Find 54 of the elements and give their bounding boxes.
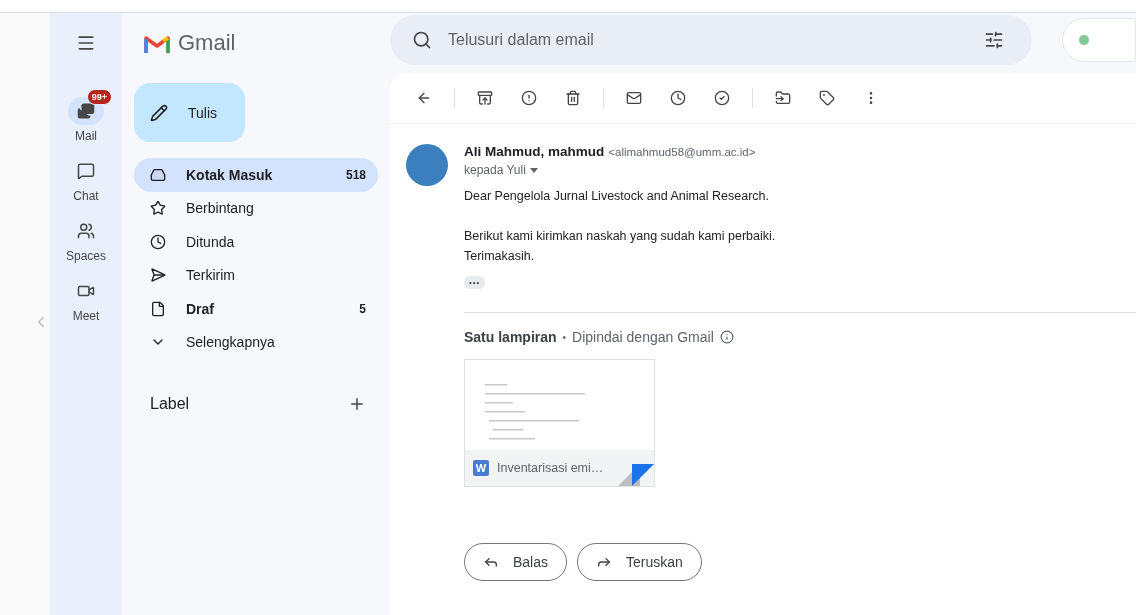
envelope-icon	[626, 90, 642, 106]
count-badge: 99+	[86, 89, 112, 105]
folder-item[interactable]: Kotak Masuk 518	[134, 158, 378, 192]
avatar	[406, 144, 448, 186]
sender-name: Ali Mahmud, mahmud	[464, 144, 605, 159]
rail-item[interactable]: 99+ Mail	[59, 88, 113, 143]
folder-item[interactable]: Berbintang	[134, 191, 378, 225]
filter-icon[interactable]	[984, 30, 1004, 50]
folder-item[interactable]: Draf 5	[134, 292, 378, 326]
menu-icon	[76, 33, 96, 53]
logo-icon	[144, 33, 170, 53]
rail-item[interactable]: Meet	[59, 268, 113, 323]
attachment-card[interactable]: W Inventarisasi emi…	[464, 359, 655, 487]
page-corner-icon	[618, 464, 654, 486]
clock-icon	[670, 90, 686, 106]
separator-dot: •	[562, 331, 567, 343]
show-trimmed-button[interactable]: •••	[464, 276, 486, 289]
attachments-heading: Satu lampiran	[464, 329, 557, 345]
folder-item[interactable]: Ditunda	[134, 225, 378, 259]
compose-button[interactable]: Tulis	[134, 83, 245, 142]
info-icon[interactable]	[719, 330, 734, 344]
folder-item[interactable]: Selengkapnya	[134, 325, 378, 359]
caret-icon	[529, 167, 538, 173]
search-icon	[412, 30, 432, 50]
sender-email: <alimahmud58@umm.ac.id>	[608, 146, 756, 158]
back-icon	[416, 90, 432, 106]
message-text: Terimakasih.	[464, 248, 536, 265]
word-file-icon: W	[473, 460, 489, 476]
message-text: Dear Pengelola Jurnal Livestock and Animal Research.	[464, 188, 771, 205]
chat-icon	[77, 162, 95, 180]
file-name: Inventarisasi emi…	[497, 461, 604, 475]
spaces-icon	[77, 222, 95, 240]
pencil-icon	[150, 103, 168, 122]
app-name: Gmail	[178, 30, 236, 56]
search-field[interactable]: Telusuri dalam email	[390, 15, 1032, 65]
tag-icon	[819, 90, 835, 106]
star-icon	[150, 200, 166, 217]
alert-icon	[521, 90, 537, 106]
folder-item[interactable]: Terkirim	[134, 258, 378, 292]
check-circle-icon	[714, 90, 730, 106]
labels-heading: Label	[150, 395, 190, 413]
delete-icon	[565, 90, 581, 106]
rail-item[interactable]: Chat	[59, 148, 113, 203]
message-text: Berikut kami kirimkan naskah yang sudah kami perbaiki.	[464, 228, 777, 245]
send-icon	[150, 267, 166, 284]
clock-icon	[150, 233, 166, 250]
draft-icon	[150, 300, 166, 317]
archive-icon	[477, 90, 493, 106]
inbox-icon	[150, 166, 166, 183]
recipient-dropdown[interactable]: kepada Yuli	[464, 163, 1136, 177]
scan-note: Dipindai dengan Gmail	[572, 329, 714, 345]
folder-icon	[775, 90, 791, 106]
add-icon[interactable]	[348, 395, 366, 413]
rail-item[interactable]: Spaces	[57, 208, 115, 263]
